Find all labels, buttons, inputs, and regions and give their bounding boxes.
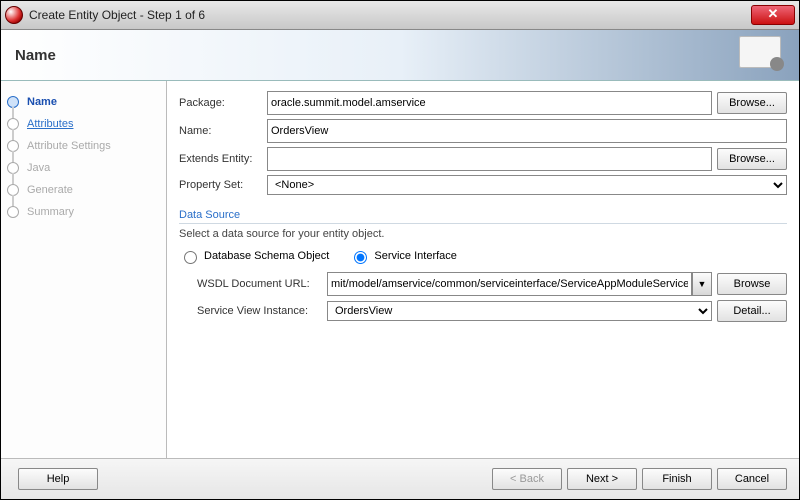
radio-database-schema[interactable] — [184, 251, 197, 264]
propertyset-label: Property Set: — [179, 179, 267, 191]
extends-label: Extends Entity: — [179, 153, 267, 165]
wsdl-browse-button[interactable]: Browse — [717, 273, 787, 295]
radio-service-text: Service Interface — [374, 250, 457, 262]
content-panel: Package: Browse... Name: Extends Entity:… — [167, 81, 799, 458]
step-label: Attribute Settings — [27, 140, 111, 152]
extends-browse-button[interactable]: Browse... — [717, 148, 787, 170]
row-wsdl: WSDL Document URL: ▼ Browse — [197, 272, 787, 296]
close-button[interactable]: ✕ — [751, 5, 795, 25]
step-summary[interactable]: Summary — [7, 201, 162, 223]
package-input[interactable] — [267, 91, 712, 115]
header-band: Name — [1, 30, 799, 81]
window-title: Create Entity Object - Step 1 of 6 — [29, 8, 751, 22]
step-name[interactable]: Name — [7, 91, 162, 113]
step-dot-icon — [7, 118, 19, 130]
step-label: Summary — [27, 206, 74, 218]
svi-detail-button[interactable]: Detail... — [717, 300, 787, 322]
wsdl-label: WSDL Document URL: — [197, 278, 327, 290]
step-dot-icon — [7, 206, 19, 218]
name-label: Name: — [179, 125, 267, 137]
svi-label: Service View Instance: — [197, 305, 327, 317]
package-label: Package: — [179, 97, 267, 109]
step-dot-icon — [7, 140, 19, 152]
wsdl-input[interactable] — [327, 272, 692, 296]
wizard-window: Create Entity Object - Step 1 of 6 ✕ Nam… — [0, 0, 800, 500]
radio-db-label[interactable]: Database Schema Object — [179, 248, 329, 264]
row-svi: Service View Instance: OrdersView Detail… — [197, 300, 787, 322]
datasource-radio-row: Database Schema Object Service Interface — [179, 248, 787, 264]
wizard-steps-sidebar: Name Attributes Attribute Settings Java … — [1, 81, 167, 458]
step-label: Java — [27, 162, 50, 174]
radio-service-interface[interactable] — [354, 251, 367, 264]
body: Name Attributes Attribute Settings Java … — [1, 81, 799, 458]
step-attribute-settings[interactable]: Attribute Settings — [7, 135, 162, 157]
cancel-button[interactable]: Cancel — [717, 468, 787, 490]
step-generate[interactable]: Generate — [7, 179, 162, 201]
datasource-section-label: Data Source — [179, 209, 787, 224]
package-browse-button[interactable]: Browse... — [717, 92, 787, 114]
row-propertyset: Property Set: <None> — [179, 175, 787, 195]
extends-input[interactable] — [267, 147, 712, 171]
step-dot-icon — [7, 96, 19, 108]
titlebar: Create Entity Object - Step 1 of 6 ✕ — [1, 1, 799, 30]
step-dot-icon — [7, 184, 19, 196]
step-attributes[interactable]: Attributes — [7, 113, 162, 135]
row-extends: Extends Entity: Browse... — [179, 147, 787, 171]
step-label: Attributes — [27, 118, 73, 130]
row-package: Package: Browse... — [179, 91, 787, 115]
propertyset-select[interactable]: <None> — [267, 175, 787, 195]
row-name: Name: — [179, 119, 787, 143]
datasource-hint: Select a data source for your entity obj… — [179, 228, 787, 240]
wsdl-dropdown-button[interactable]: ▼ — [692, 272, 712, 296]
footer: Help < Back Next > Finish Cancel — [1, 458, 799, 499]
radio-service-label[interactable]: Service Interface — [349, 248, 457, 264]
finish-button[interactable]: Finish — [642, 468, 712, 490]
page-title: Name — [15, 47, 56, 64]
step-dot-icon — [7, 162, 19, 174]
app-icon — [5, 6, 23, 24]
step-label: Name — [27, 96, 57, 108]
back-button[interactable]: < Back — [492, 468, 562, 490]
radio-db-text: Database Schema Object — [204, 250, 329, 262]
service-interface-block: WSDL Document URL: ▼ Browse Service View… — [179, 272, 787, 322]
name-input[interactable] — [267, 119, 787, 143]
help-button[interactable]: Help — [18, 468, 98, 490]
header-icon — [739, 36, 781, 68]
svi-select[interactable]: OrdersView — [327, 301, 712, 321]
wsdl-combo: ▼ — [327, 272, 712, 296]
step-java[interactable]: Java — [7, 157, 162, 179]
next-button[interactable]: Next > — [567, 468, 637, 490]
step-label: Generate — [27, 184, 73, 196]
